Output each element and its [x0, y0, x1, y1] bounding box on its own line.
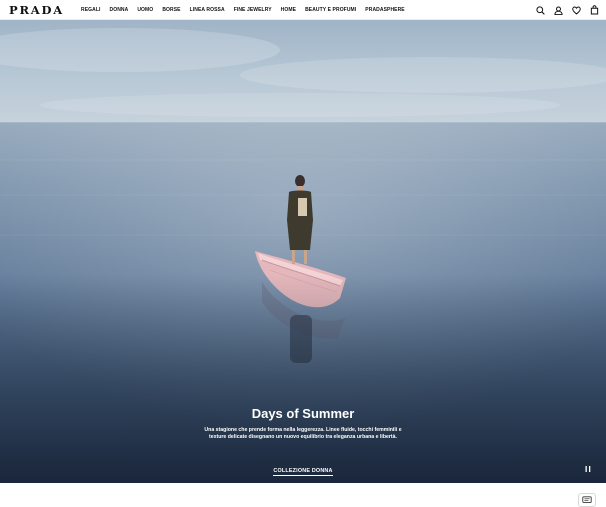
nav-item-beauty-e-profumi[interactable]: BEAUTY E PROFUMI: [305, 0, 356, 20]
hero-cta-wrapper: COLLEZIONE DONNA: [0, 459, 606, 477]
header-icons: [535, 4, 599, 16]
prada-logo[interactable]: PRADA: [9, 4, 64, 16]
nav-item-pradasphere[interactable]: PRADASPHERE: [365, 0, 404, 20]
nav-item-uomo[interactable]: UOMO: [137, 0, 153, 20]
user-icon[interactable]: [553, 5, 563, 15]
nav-item-regali[interactable]: REGALI: [81, 0, 101, 20]
hero-banner[interactable]: Days of Summer Una stagione che prende f…: [0, 20, 606, 483]
collezione-donna-link[interactable]: COLLEZIONE DONNA: [273, 468, 333, 476]
hero-description: Una stagione che prende forma nella legg…: [204, 427, 402, 441]
hero-title: Days of Summer: [251, 406, 355, 421]
nav-item-fine-jewelry[interactable]: FINE JEWELRY: [234, 0, 272, 20]
nav-item-donna[interactable]: DONNA: [110, 0, 129, 20]
nav-item-borse[interactable]: BORSE: [162, 0, 180, 20]
search-icon[interactable]: [535, 5, 545, 15]
site-header: PRADA REGALI DONNA UOMO BORSE LINEA ROSS…: [0, 0, 606, 20]
shopping-bag-icon[interactable]: [589, 5, 599, 15]
nav-item-linea-rossa[interactable]: LINEA ROSSA: [190, 0, 225, 20]
pause-icon[interactable]: [584, 460, 592, 472]
nav-item-home[interactable]: HOME: [281, 0, 296, 20]
main-nav: REGALI DONNA UOMO BORSE LINEA ROSSA FINE…: [81, 0, 405, 20]
heart-icon[interactable]: [571, 5, 581, 15]
